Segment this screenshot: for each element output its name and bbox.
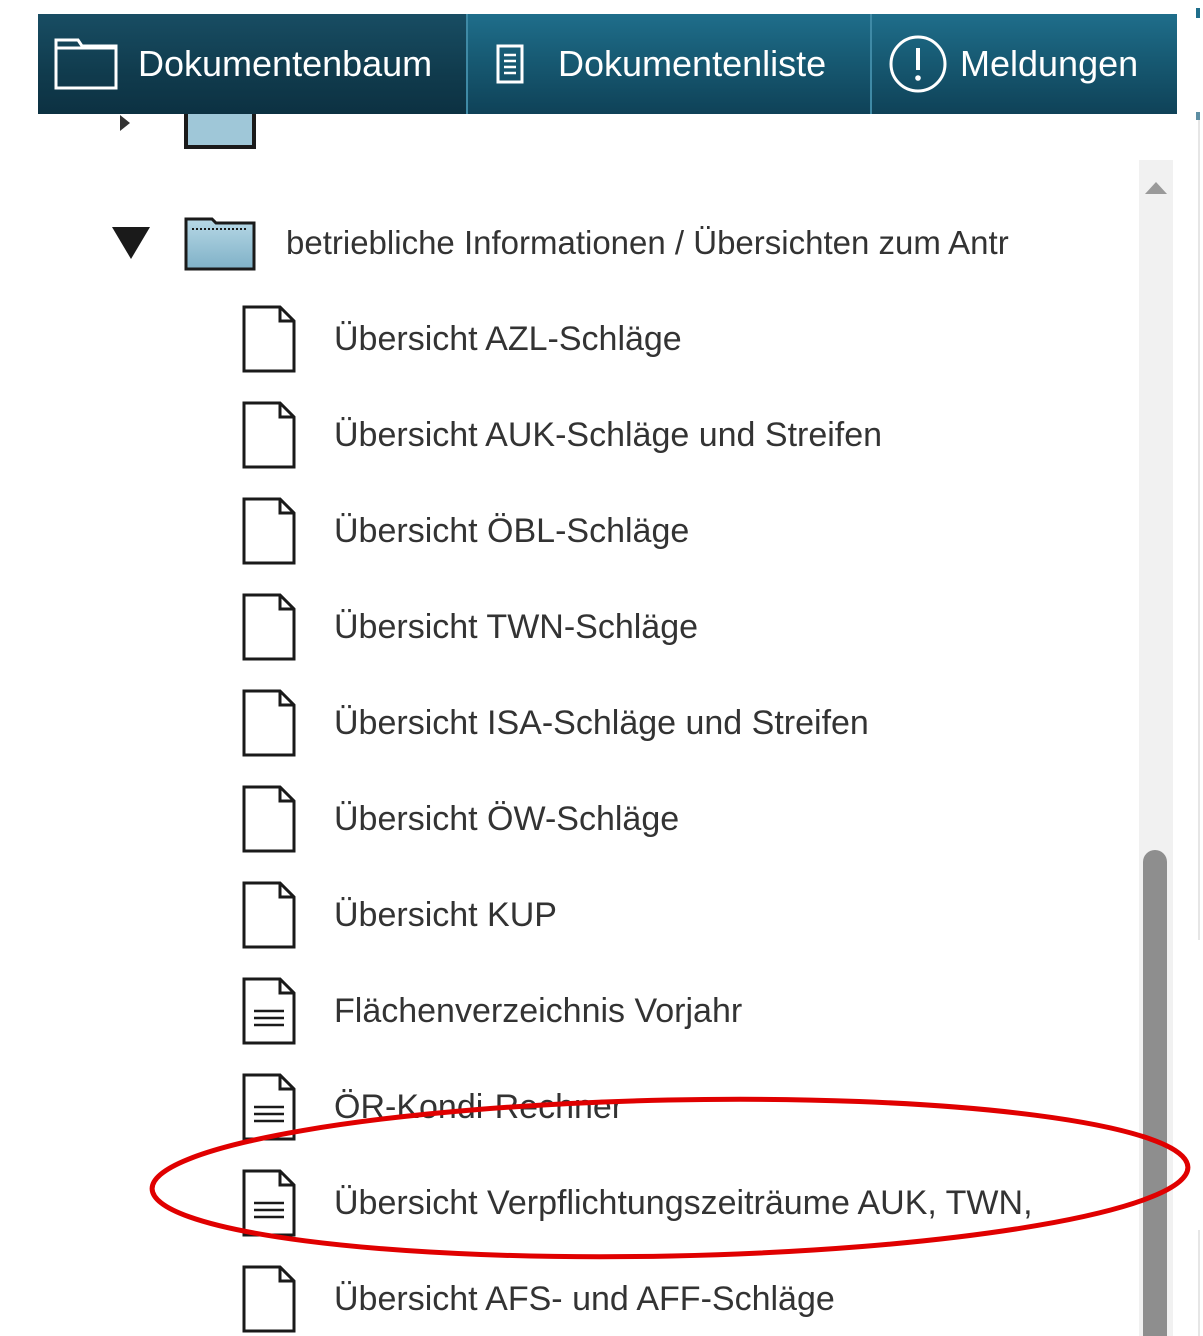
tree-item-label: Übersicht Verpflichtungszeiträume AUK, T… (334, 1183, 1033, 1222)
document-list-icon (496, 44, 524, 84)
blank-document-icon (242, 497, 296, 565)
tree-item-label: Übersicht ISA-Schläge und Streifen (334, 703, 869, 742)
tree-item-label: Übersicht KUP (334, 895, 557, 934)
tab-bar: Dokumentenbaum Dokumentenliste Meldungen (38, 14, 1177, 114)
blank-document-icon (242, 1265, 296, 1333)
blank-document-icon (242, 881, 296, 949)
blank-document-icon (242, 593, 296, 661)
folder-icon (184, 217, 256, 271)
tree-item-label: Flächenverzeichnis Vorjahr (334, 991, 743, 1030)
collapsed-arrow-icon (120, 115, 130, 131)
tree-item-label: Übersicht ÖBL-Schläge (334, 511, 690, 550)
tree-folder-row[interactable]: betriebliche Informationen / Übersichten… (38, 198, 1138, 288)
tree-item-label: Übersicht ÖW-Schläge (334, 799, 680, 838)
blank-document-icon (242, 401, 296, 469)
tree-folder-row-partial[interactable] (38, 114, 1138, 168)
tree-item[interactable]: Übersicht KUP (38, 870, 1138, 960)
tree-item[interactable]: Übersicht TWN-Schläge (38, 582, 1138, 672)
blank-document-icon (242, 689, 296, 757)
text-document-icon (242, 1169, 296, 1237)
scrollbar-thumb[interactable] (1143, 850, 1167, 1336)
text-document-icon (242, 1073, 296, 1141)
adjacent-panel-border (1198, 120, 1200, 940)
tree-item-label: Übersicht AFS- und AFF-Schläge (334, 1279, 835, 1318)
vertical-scrollbar[interactable] (1139, 160, 1173, 1336)
tree-item[interactable]: ÖR-Kondi-Rechner (38, 1062, 1138, 1152)
tab-dokumentenbaum[interactable]: Dokumentenbaum (38, 14, 466, 114)
blank-document-icon (242, 785, 296, 853)
tab-dokumentenliste[interactable]: Dokumentenliste (466, 14, 870, 114)
tree-folder-label: betriebliche Informationen / Übersichten… (286, 224, 1009, 261)
tree-item-label: ÖR-Kondi-Rechner (334, 1087, 624, 1126)
blank-document-icon (242, 305, 296, 373)
adjacent-panel-edge (1196, 8, 1200, 18)
tab-label: Dokumentenliste (558, 43, 827, 84)
tree-item[interactable]: Übersicht ISA-Schläge und Streifen (38, 678, 1138, 768)
scroll-up-arrow-icon[interactable] (1145, 182, 1167, 194)
folder-icon (54, 38, 118, 90)
adjacent-panel-border (1198, 1230, 1200, 1336)
tree-item-label: Übersicht AZL-Schläge (334, 319, 682, 358)
folder-icon (184, 114, 256, 149)
tree-item[interactable]: Übersicht AUK-Schläge und Streifen (38, 390, 1138, 480)
tab-label: Dokumentenbaum (138, 43, 433, 84)
text-document-icon (242, 977, 296, 1045)
tab-meldungen[interactable]: Meldungen (870, 14, 1177, 114)
tree-item[interactable]: Übersicht ÖBL-Schläge (38, 486, 1138, 576)
adjacent-panel-edge (1196, 112, 1200, 120)
document-panel: Dokumentenbaum Dokumentenliste Meldungen (0, 0, 1203, 1336)
tree-item[interactable]: Übersicht ÖW-Schläge (38, 774, 1138, 864)
tree-item-highlighted[interactable]: Übersicht Verpflichtungszeiträume AUK, T… (38, 1158, 1138, 1248)
tree-item[interactable]: Übersicht AZL-Schläge (38, 294, 1138, 384)
exclamation-circle-icon (889, 35, 947, 93)
expanded-arrow-icon[interactable] (112, 227, 150, 259)
tree-item[interactable]: Übersicht AFS- und AFF-Schläge (38, 1254, 1138, 1336)
tree-item-label: Übersicht TWN-Schläge (334, 607, 699, 646)
document-tree: betriebliche Informationen / Übersichten… (38, 114, 1138, 1336)
tree-item-label: Übersicht AUK-Schläge und Streifen (334, 415, 883, 454)
tree-item[interactable]: Flächenverzeichnis Vorjahr (38, 966, 1138, 1056)
tab-label: Meldungen (960, 43, 1139, 84)
